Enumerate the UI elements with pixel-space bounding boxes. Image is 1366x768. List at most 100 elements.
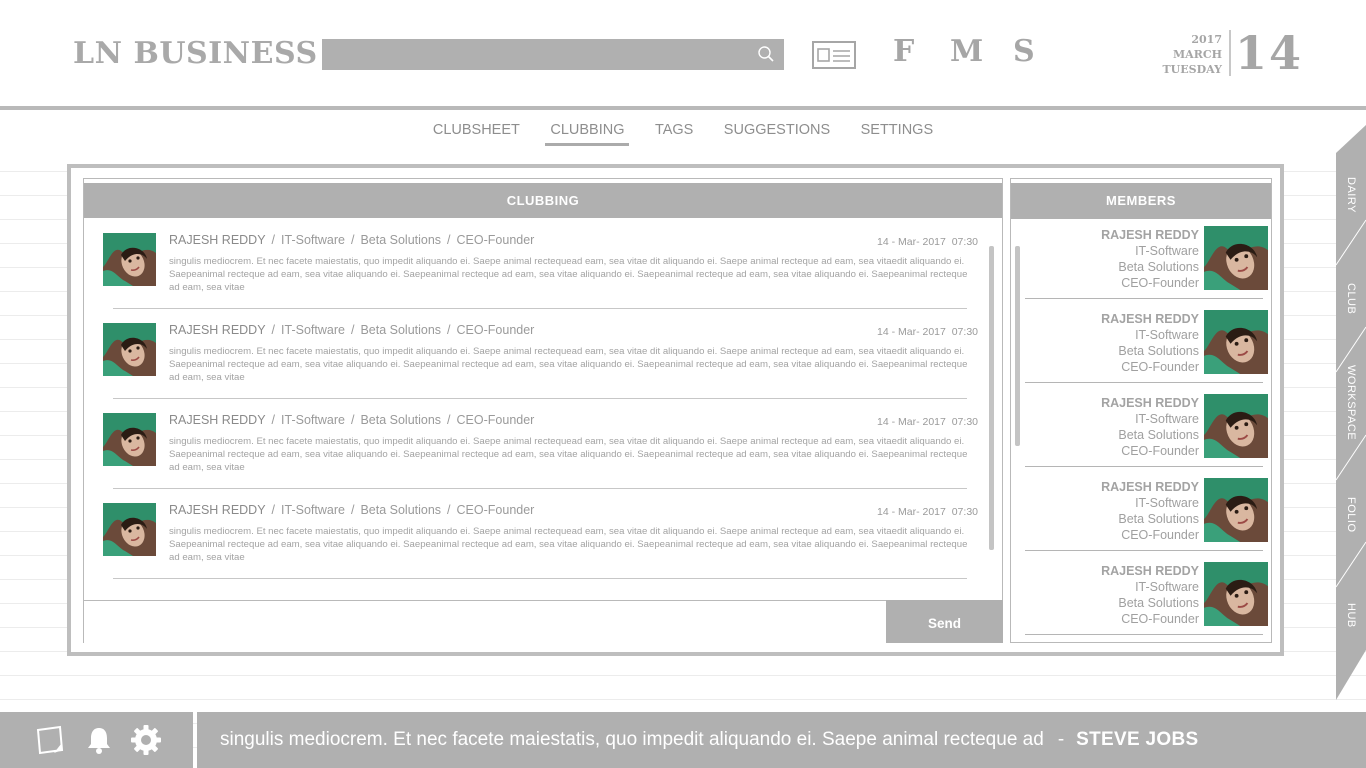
message-role: CEO-Founder xyxy=(456,503,535,517)
member-role: CEO-Founder xyxy=(1121,360,1199,374)
member-company: Beta Solutions xyxy=(1118,512,1199,526)
avatar[interactable] xyxy=(103,233,156,286)
member-industry: IT-Software xyxy=(1135,412,1199,426)
date-divider xyxy=(1229,30,1231,76)
member-role: CEO-Founder xyxy=(1121,612,1199,626)
member-role: CEO-Founder xyxy=(1121,444,1199,458)
message-time: 07:30 xyxy=(951,506,978,518)
message-header: RAJESH REDDY / IT-Software / Beta Solutions /… xyxy=(169,323,535,337)
tab-suggestions[interactable]: SUGGESTIONS xyxy=(719,118,835,143)
message-text: singulis mediocrem. Et nec facete maiest… xyxy=(169,436,968,473)
clubbing-title: CLUBBING xyxy=(84,183,1002,218)
clubbing-panel: CLUBBING RAJESH REDDY / IT-Software / Beta S… xyxy=(83,178,1003,643)
message-text: singulis mediocrem. Et nec facete maiest… xyxy=(169,526,968,563)
message-scrollbar[interactable] xyxy=(989,246,994,550)
search-input[interactable] xyxy=(322,39,784,70)
member-name[interactable]: RAJESH REDDY xyxy=(1101,563,1199,579)
f-button[interactable]: F xyxy=(893,34,914,69)
avatar[interactable] xyxy=(1204,226,1268,290)
member-company: Beta Solutions xyxy=(1118,428,1199,442)
member-industry: IT-Software xyxy=(1135,244,1199,258)
message-time: 07:30 xyxy=(951,236,978,248)
message-item: RAJESH REDDY / IT-Software / Beta Solutions /… xyxy=(84,219,990,309)
header-divider xyxy=(0,106,1366,110)
message-time: 07:30 xyxy=(951,326,978,338)
message-company: Beta Solutions xyxy=(360,233,442,247)
quote-author: STEVE JOBS xyxy=(1076,729,1199,750)
side-tabs: DAIRY CLUB WORKSPACE FOLIO HUB xyxy=(1336,125,1366,700)
avatar[interactable] xyxy=(1204,478,1268,542)
message-industry: IT-Software xyxy=(281,233,345,247)
avatar[interactable] xyxy=(1204,562,1268,626)
member-name[interactable]: RAJESH REDDY xyxy=(1101,479,1199,495)
tab-tags[interactable]: TAGS xyxy=(650,118,698,143)
message-timestamp: 14 - Mar- 2017 07:30 xyxy=(877,326,978,338)
message-list[interactable]: RAJESH REDDY / IT-Software / Beta Solutions /… xyxy=(84,219,990,599)
tab-clubbing[interactable]: CLUBBING xyxy=(545,118,630,146)
member-item[interactable]: RAJESH REDDY IT-Software Beta Solutions … xyxy=(1011,559,1271,643)
tab-clubsheet[interactable]: CLUBSHEET xyxy=(428,118,525,143)
avatar[interactable] xyxy=(103,323,156,376)
app-header: LN BUSINESS F M S 2017 MARCH TUESDAY 14 xyxy=(0,0,1366,106)
side-tab-folio[interactable]: FOLIO xyxy=(1345,497,1357,533)
side-tab-club[interactable]: CLUB xyxy=(1345,283,1357,314)
avatar[interactable] xyxy=(103,503,156,556)
message-role: CEO-Founder xyxy=(456,233,535,247)
member-item[interactable]: RAJESH REDDY IT-Software Beta Solutions … xyxy=(1011,391,1271,475)
id-card-icon[interactable] xyxy=(812,41,856,69)
send-button[interactable]: Send xyxy=(886,600,1003,643)
date-block: 2017 MARCH TUESDAY xyxy=(1150,32,1223,77)
member-divider xyxy=(1025,550,1263,551)
member-name[interactable]: RAJESH REDDY xyxy=(1101,227,1199,243)
message-date: 14 - Mar- 2017 xyxy=(877,506,946,518)
members-title: MEMBERS xyxy=(1011,183,1271,219)
date-day: 14 xyxy=(1235,26,1304,80)
message-input[interactable] xyxy=(84,600,887,643)
member-item[interactable]: RAJESH REDDY IT-Software Beta Solutions … xyxy=(1011,475,1271,559)
message-timestamp: 14 - Mar- 2017 07:30 xyxy=(877,416,978,428)
avatar[interactable] xyxy=(1204,394,1268,458)
message-header: RAJESH REDDY / IT-Software / Beta Solutions /… xyxy=(169,503,535,517)
message-item: RAJESH REDDY / IT-Software / Beta Solutions /… xyxy=(84,489,990,579)
member-divider xyxy=(1025,466,1263,467)
message-author[interactable]: RAJESH REDDY xyxy=(169,323,266,337)
message-text: singulis mediocrem. Et nec facete maiest… xyxy=(169,256,968,293)
message-author[interactable]: RAJESH REDDY xyxy=(169,503,266,517)
message-role: CEO-Founder xyxy=(456,413,535,427)
message-author[interactable]: RAJESH REDDY xyxy=(169,413,266,427)
m-button[interactable]: M xyxy=(950,34,983,69)
message-industry: IT-Software xyxy=(281,323,345,337)
member-info: RAJESH REDDY IT-Software Beta Solutions … xyxy=(1101,395,1199,459)
member-list[interactable]: RAJESH REDDY IT-Software Beta Solutions … xyxy=(1011,223,1271,643)
side-tab-workspace[interactable]: WORKSPACE xyxy=(1345,365,1357,440)
s-button[interactable]: S xyxy=(1013,34,1035,69)
avatar[interactable] xyxy=(1204,310,1268,374)
member-company: Beta Solutions xyxy=(1118,260,1199,274)
message-author[interactable]: RAJESH REDDY xyxy=(169,233,266,247)
member-industry: IT-Software xyxy=(1135,496,1199,510)
member-name[interactable]: RAJESH REDDY xyxy=(1101,395,1199,411)
member-name[interactable]: RAJESH REDDY xyxy=(1101,311,1199,327)
quote-separator: - xyxy=(1057,729,1065,750)
search-icon[interactable] xyxy=(757,45,775,63)
side-tab-dairy[interactable]: DAIRY xyxy=(1345,177,1357,213)
message-timestamp: 14 - Mar- 2017 07:30 xyxy=(877,236,978,248)
member-divider xyxy=(1025,382,1263,383)
date-weekday: TUESDAY xyxy=(1162,63,1223,76)
message-date: 14 - Mar- 2017 xyxy=(877,236,946,248)
tab-settings[interactable]: SETTINGS xyxy=(856,118,939,143)
member-item[interactable]: RAJESH REDDY IT-Software Beta Solutions … xyxy=(1011,307,1271,391)
member-item[interactable]: RAJESH REDDY IT-Software Beta Solutions … xyxy=(1011,223,1271,307)
bell-icon[interactable] xyxy=(83,724,115,756)
members-panel: MEMBERS RAJESH REDDY IT-Software Beta So… xyxy=(1010,178,1272,643)
gear-icon[interactable] xyxy=(130,724,162,756)
side-tab-hub[interactable]: HUB xyxy=(1345,603,1357,628)
member-divider xyxy=(1025,634,1263,635)
member-company: Beta Solutions xyxy=(1118,344,1199,358)
message-industry: IT-Software xyxy=(281,503,345,517)
app-logo[interactable]: LN BUSINESS xyxy=(73,36,318,71)
notes-icon[interactable] xyxy=(34,724,66,756)
message-header: RAJESH REDDY / IT-Software / Beta Solutions /… xyxy=(169,413,535,427)
avatar[interactable] xyxy=(103,413,156,466)
member-scrollbar[interactable] xyxy=(1015,246,1020,446)
